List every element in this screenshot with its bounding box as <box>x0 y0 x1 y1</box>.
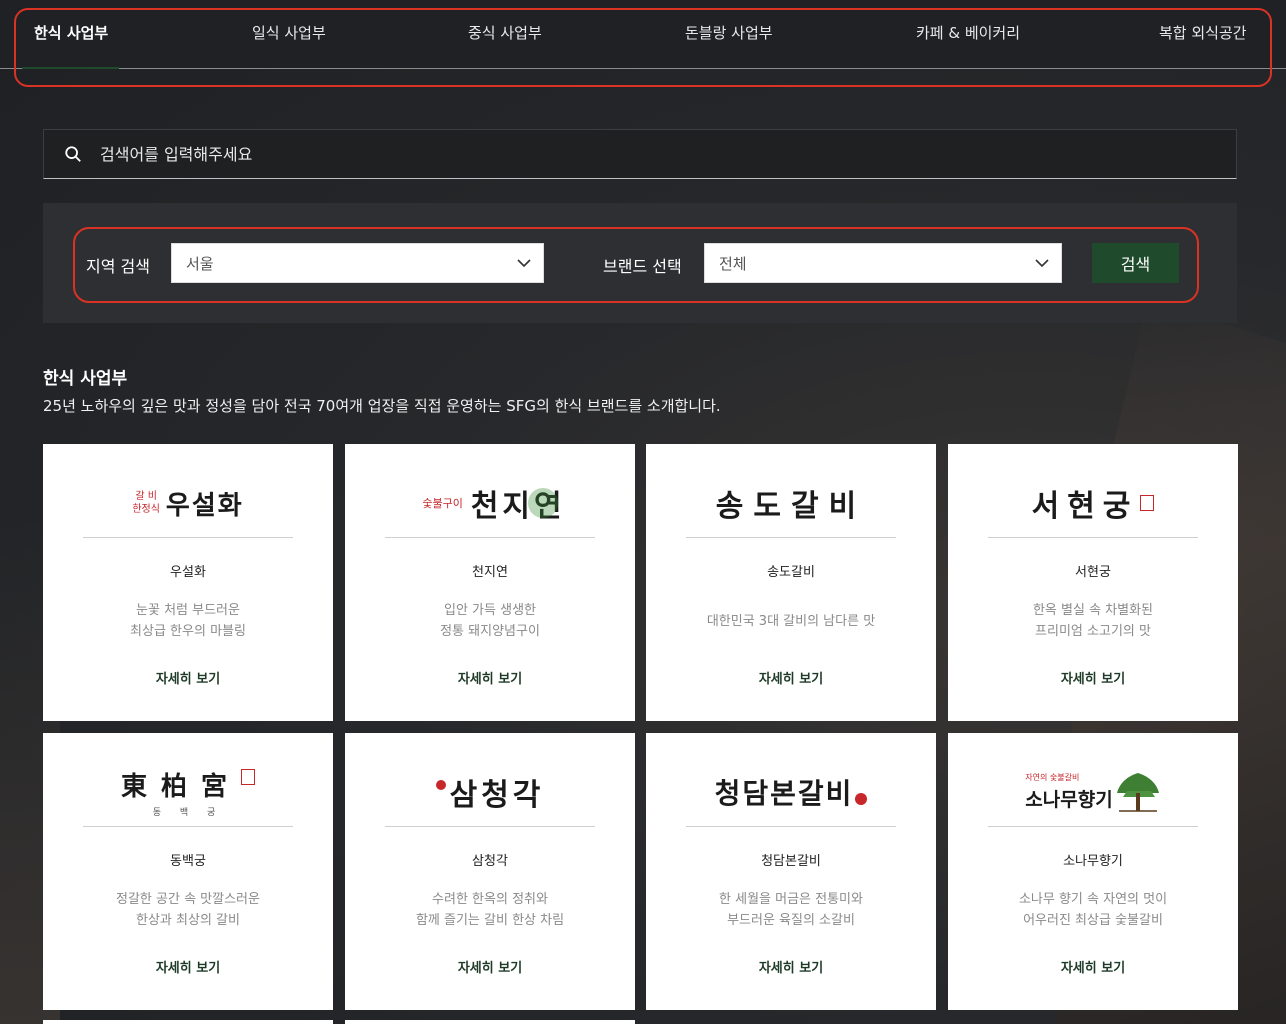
section-title: 한식 사업부 <box>43 369 128 389</box>
category-nav: 한식 사업부 일식 사업부 중식 사업부 돈블랑 사업부 카페 & 베이커리 복… <box>0 0 1286 69</box>
brand-card-dongbaekgung[interactable]: 東柏宮 동 백 궁 동백궁 정갈한 공간 속 맛깔스러운 한상과 최상의 갈비 … <box>43 733 333 1010</box>
brand-name: 천지연 <box>472 565 508 580</box>
brand-logo: 갈 비 한정식 우설화 <box>132 490 244 521</box>
tab-donblanc[interactable]: 돈블랑 사업부 <box>685 22 773 43</box>
card-divider <box>988 826 1198 827</box>
section-description: 25년 노하우의 깊은 맛과 정성을 담아 전국 70여개 업장을 직접 운영하… <box>43 397 721 415</box>
view-details-link[interactable]: 자세히 보기 <box>43 668 333 687</box>
brand-label: 브랜드 선택 <box>603 257 682 276</box>
brand-card-songdo-galbi[interactable]: 송도갈비 송도갈비 대한민국 3대 갈비의 남다른 맛 자세히 보기 <box>646 444 936 721</box>
view-details-link[interactable]: 자세히 보기 <box>948 957 1238 976</box>
chevron-down-icon <box>517 259 531 268</box>
brand-name: 동백궁 <box>170 854 206 869</box>
search-input[interactable] <box>100 130 1236 178</box>
brand-name: 삼청각 <box>472 854 508 869</box>
card-divider <box>83 537 293 538</box>
tab-cafe-bakery[interactable]: 카페 & 베이커리 <box>916 22 1020 43</box>
card-divider <box>385 537 595 538</box>
brand-logo: 송도갈비 <box>715 489 867 524</box>
tab-chinese[interactable]: 중식 사업부 <box>468 22 542 43</box>
view-details-link[interactable]: 자세히 보기 <box>948 668 1238 687</box>
view-details-link[interactable]: 자세히 보기 <box>646 668 936 687</box>
brand-name: 소나무향기 <box>1063 854 1123 869</box>
brand-card-wooseolhwa[interactable]: 갈 비 한정식 우설화 우설화 눈꽃 처럼 부드러운 최상급 한우의 마블링 자… <box>43 444 333 721</box>
region-label: 지역 검색 <box>86 257 150 276</box>
brand-description: 수려한 한옥의 정취와 함께 즐기는 갈비 한상 차림 <box>415 892 565 928</box>
filter-panel: 지역 검색 서울 브랜드 선택 전체 검색 <box>43 203 1237 323</box>
active-tab-indicator <box>22 67 119 69</box>
red-seal-icon <box>241 768 255 785</box>
pine-tree-icon <box>1116 773 1159 812</box>
card-divider <box>686 537 896 538</box>
brand-logo: 서현궁 <box>948 470 1238 536</box>
chevron-down-icon <box>1035 259 1049 268</box>
next-row-card-edge <box>345 1020 635 1024</box>
brand-card-cheongdam-bon-galbi[interactable]: 청담본갈비 청담본갈비 한 세월을 머금은 전통미와 부드러운 육질의 소갈비 … <box>646 733 936 1010</box>
brand-name: 서현궁 <box>1075 565 1111 580</box>
view-details-link[interactable]: 자세히 보기 <box>345 668 635 687</box>
brand-card-cheonjiyeon[interactable]: 숯불구이 천지연 천지연 입안 가득 생생한 정통 돼지양념구이 자세히 보기 <box>345 444 635 721</box>
red-dot-icon <box>435 780 446 790</box>
brand-logo: 東柏宮 동 백 궁 <box>43 759 333 825</box>
view-details-link[interactable]: 자세히 보기 <box>646 957 936 976</box>
filter-search-button[interactable]: 검색 <box>1092 243 1179 283</box>
brand-card-seohyeongung[interactable]: 서현궁 서현궁 한옥 별실 속 차별화된 프리미엄 소고기의 맛 자세히 보기 <box>948 444 1238 721</box>
brand-description: 입안 가득 생생한 정통 돼지양념구이 <box>440 603 540 639</box>
brand-description: 한 세월을 머금은 전통미와 부드러운 육질의 소갈비 <box>719 892 863 928</box>
card-divider <box>83 826 293 827</box>
card-divider <box>385 826 595 827</box>
region-select-value: 서울 <box>186 254 214 273</box>
green-circle-mark <box>527 488 558 518</box>
view-details-link[interactable]: 자세히 보기 <box>43 957 333 976</box>
brand-logo: 자연의 숯불갈비 소나무향기 <box>948 759 1238 825</box>
search-icon[interactable] <box>64 145 82 163</box>
brand-description: 정갈한 공간 속 맛깔스러운 한상과 최상의 갈비 <box>116 892 260 928</box>
tab-japanese[interactable]: 일식 사업부 <box>252 22 326 43</box>
red-dot-icon <box>855 793 868 805</box>
tab-korean[interactable]: 한식 사업부 <box>34 22 108 43</box>
brand-description: 한옥 별실 속 차별화된 프리미엄 소고기의 맛 <box>1032 603 1154 639</box>
card-divider <box>988 537 1198 538</box>
brand-logo: 삼청각 <box>345 759 635 825</box>
brand-name: 송도갈비 <box>767 565 815 580</box>
brand-select-value: 전체 <box>719 254 747 273</box>
brand-description: 눈꽃 처럼 부드러운 최상급 한우의 마블링 <box>130 603 246 639</box>
brand-card-sonamu-hyanggi[interactable]: 자연의 숯불갈비 소나무향기 소나무향기 소나무 향기 속 자연의 멋이 어우러… <box>948 733 1238 1010</box>
brand-logo: 청담본갈비 <box>646 759 936 825</box>
brand-card-samcheonggak[interactable]: 삼청각 삼청각 수려한 한옥의 정취와 함께 즐기는 갈비 한상 차림 자세히 … <box>345 733 635 1010</box>
brand-logo: 숯불구이 천지연 <box>422 488 566 524</box>
view-details-link[interactable]: 자세히 보기 <box>345 957 635 976</box>
next-row-card-edge <box>43 1020 333 1024</box>
brand-description: 소나무 향기 속 자연의 멋이 어우러진 최상급 숯불갈비 <box>1018 892 1168 928</box>
brand-name: 청담본갈비 <box>761 854 821 869</box>
brand-description: 대한민국 3대 갈비의 남다른 맛 <box>706 614 876 629</box>
brand-name: 우설화 <box>170 565 206 580</box>
region-select[interactable]: 서울 <box>171 243 544 283</box>
brand-select[interactable]: 전체 <box>704 243 1062 283</box>
tab-complex-dining[interactable]: 복합 외식공간 <box>1159 22 1247 43</box>
red-seal-icon <box>1140 495 1155 511</box>
card-divider <box>686 826 896 827</box>
search-bar <box>43 129 1237 179</box>
